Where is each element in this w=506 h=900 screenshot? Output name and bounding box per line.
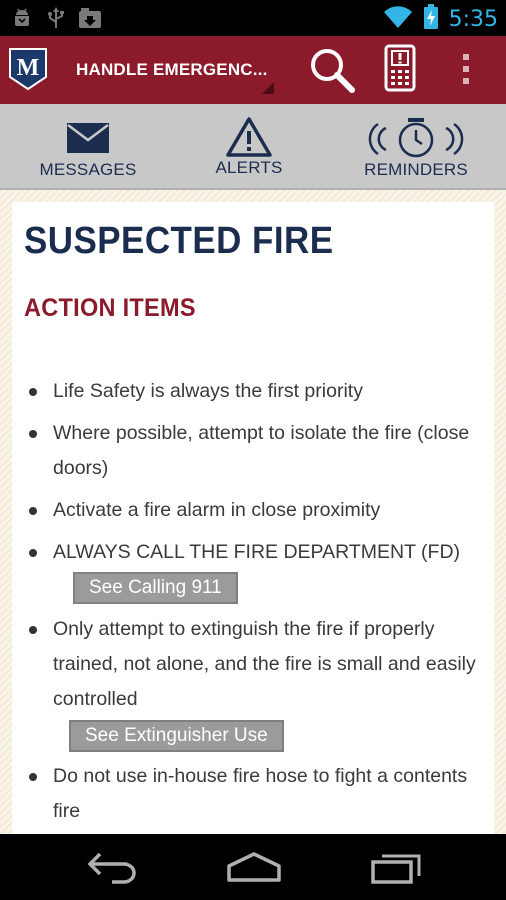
list-item: Only attempt to extinguish the fire if p… [24, 612, 484, 752]
logo-letter: M [17, 55, 40, 81]
battery-charging-icon [423, 4, 439, 35]
wifi-icon [383, 4, 413, 35]
section-title: ACTION ITEMS [24, 294, 196, 322]
dropdown-indicator-icon [262, 82, 274, 94]
screen-title-dropdown[interactable]: HANDLE EMERGENC... [76, 60, 268, 80]
alarm-clock-icon [368, 118, 464, 158]
list-item: Do not use in-house fire hose to fight a… [24, 759, 484, 829]
tab-alerts-label: ALERTS [215, 158, 283, 177]
bullet-icon [29, 549, 37, 557]
tab-bar: MESSAGES ALERTS REMINDERS [0, 104, 506, 190]
recent-apps-icon[interactable] [370, 850, 424, 889]
android-debug-icon [10, 6, 34, 35]
list-item: ALWAYS CALL THE FIRE DEPARTMENT (FD) See… [24, 535, 484, 605]
app-logo[interactable]: M [8, 47, 48, 91]
overflow-menu-icon[interactable] [458, 52, 474, 86]
bullet-icon [29, 773, 37, 781]
tab-reminders-label: REMINDERS [364, 160, 468, 179]
tab-alerts[interactable]: ALERTS [200, 104, 298, 190]
download-icon [78, 7, 102, 34]
bullet-icon [29, 507, 37, 515]
tab-messages-label: MESSAGES [39, 160, 137, 179]
page-title: SUSPECTED FIRE [24, 220, 334, 262]
list-item: Where possible, attempt to isolate the f… [24, 416, 484, 486]
bullet-icon [29, 430, 37, 438]
bullet-icon [29, 626, 37, 634]
list-item-text: Where possible, attempt to isolate the f… [53, 422, 470, 479]
home-icon[interactable] [226, 850, 282, 889]
list-item-text: Only attempt to extinguish the fire if p… [53, 618, 476, 710]
action-bar: M HANDLE EMERGENC... [0, 36, 506, 104]
bullet-icon [29, 388, 37, 396]
navigation-bar [0, 834, 506, 900]
list-item: Life Safety is always the first priority [24, 374, 484, 409]
back-icon[interactable] [86, 850, 138, 889]
list-item-text: ALWAYS CALL THE FIRE DEPARTMENT (FD) [53, 541, 461, 563]
see-extinguisher-use-button[interactable]: See Extinguisher Use [69, 719, 284, 752]
action-items-list: Life Safety is always the first priority… [24, 374, 484, 834]
content-panel[interactable]: SUSPECTED FIRE ACTION ITEMS Life Safety … [12, 202, 494, 834]
status-bar: 5:35 [0, 0, 506, 36]
usb-icon [46, 6, 66, 35]
search-icon[interactable] [308, 46, 358, 96]
tab-reminders[interactable]: REMINDERS [352, 104, 480, 190]
warning-icon [226, 117, 272, 157]
list-item-text: Do not use in-house fire hose to fight a… [53, 765, 468, 822]
clock-time: 5:35 [448, 6, 498, 32]
phone-icon[interactable] [384, 44, 416, 92]
content-background: SUSPECTED FIRE ACTION ITEMS Life Safety … [0, 190, 506, 834]
list-item-text: Life Safety is always the first priority [53, 380, 363, 402]
tab-messages[interactable]: MESSAGES [30, 104, 146, 190]
list-item: Activate a fire alarm in close proximity [24, 493, 484, 528]
list-item-text: Activate a fire alarm in close proximity [53, 499, 381, 521]
see-calling-911-button[interactable]: See Calling 911 [73, 571, 238, 604]
envelope-icon [67, 123, 109, 153]
